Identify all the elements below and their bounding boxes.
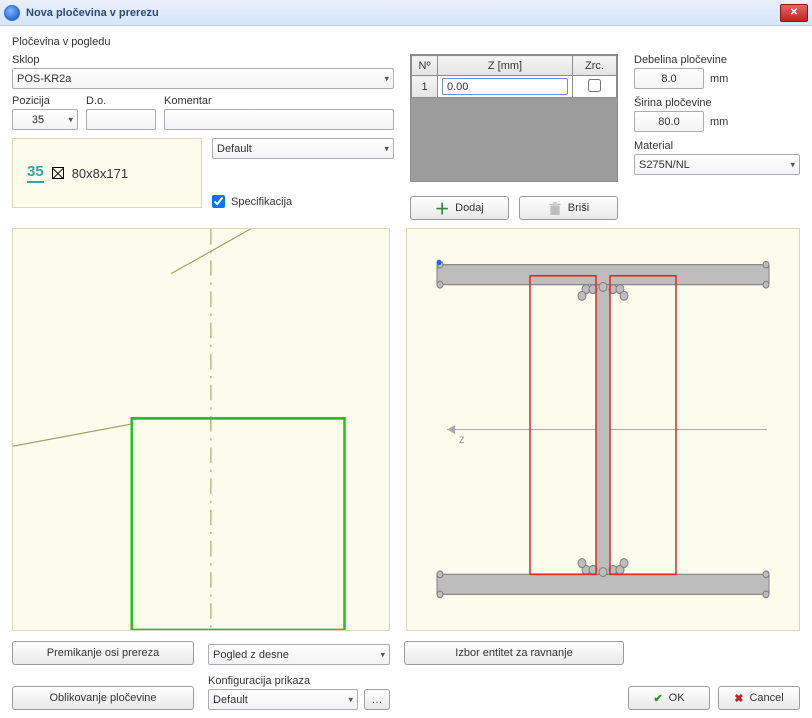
info-box: 35 80x8x171 <box>12 138 202 208</box>
right-preview[interactable]: z <box>406 228 800 631</box>
trash-icon <box>548 201 562 215</box>
material-label: Material <box>634 140 800 152</box>
title-bar: Nova pločevina v prerezu ✕ <box>0 0 812 26</box>
komentar-label: Komentar <box>164 95 394 107</box>
info-dimensions: 80x8x171 <box>72 166 128 181</box>
oblikovanje-button[interactable]: Oblikovanje pločevine <box>12 686 194 710</box>
cancel-button[interactable]: ✖ Cancel <box>718 686 800 710</box>
spec-label: Specifikacija <box>231 196 292 208</box>
sirina-input[interactable] <box>634 111 704 132</box>
debelina-unit: mm <box>710 73 728 85</box>
svg-text:z: z <box>459 432 465 446</box>
table-header-no: Nº <box>412 56 438 76</box>
x-icon: ✖ <box>734 692 743 705</box>
table-header-zrc: Zrc. <box>573 56 617 76</box>
konfig-label: Konfiguracija prikaza <box>208 675 390 687</box>
plus-icon: ＋ <box>435 201 449 215</box>
pogled-select[interactable]: Pogled z desne <box>208 644 390 665</box>
info-pos-number: 35 <box>27 163 44 183</box>
zrc-checkbox[interactable] <box>588 79 601 92</box>
ok-button[interactable]: ✔ OK <box>628 686 710 710</box>
pozicija-label: Pozicija <box>12 95 78 107</box>
check-icon: ✔ <box>653 692 662 705</box>
komentar-input[interactable] <box>164 109 394 130</box>
brisi-button[interactable]: Briši <box>519 196 618 220</box>
spec-checkbox[interactable] <box>212 195 225 208</box>
z-value-input[interactable] <box>442 78 568 95</box>
row-number: 1 <box>412 76 438 98</box>
pozicija-select[interactable]: 35 <box>12 109 78 130</box>
section-header: Pločevina v pogledu <box>12 36 800 48</box>
material-select[interactable]: S275N/NL <box>634 154 800 175</box>
sklop-select[interactable]: POS-KR2a <box>12 68 394 89</box>
sirina-unit: mm <box>710 116 728 128</box>
close-button[interactable]: ✕ <box>780 4 808 22</box>
z-table[interactable]: Nº Z [mm] Zrc. 1 <box>410 54 618 182</box>
window-title: Nova pločevina v prerezu <box>26 7 780 19</box>
do-label: D.o. <box>86 95 156 107</box>
table-row[interactable]: 1 <box>412 76 617 98</box>
sklop-label: Sklop <box>12 54 394 66</box>
izbor-button[interactable]: Izbor entitet za ravnanje <box>404 641 624 665</box>
left-preview[interactable] <box>12 228 390 631</box>
dodaj-button[interactable]: ＋ Dodaj <box>410 196 509 220</box>
do-input[interactable] <box>86 109 156 130</box>
table-header-z: Z [mm] <box>438 56 573 76</box>
sirina-label: Širina pločevine <box>634 97 800 109</box>
section-symbol-icon <box>52 167 64 179</box>
konfig-select[interactable]: Default <box>208 689 358 710</box>
premikanje-button[interactable]: Premikanje osi prereza <box>12 641 194 665</box>
debelina-input[interactable] <box>634 68 704 89</box>
app-icon <box>4 5 20 21</box>
debelina-label: Debelina pločevine <box>634 54 800 66</box>
default-select[interactable]: Default <box>212 138 394 159</box>
konfig-more-button[interactable]: … <box>364 689 390 710</box>
